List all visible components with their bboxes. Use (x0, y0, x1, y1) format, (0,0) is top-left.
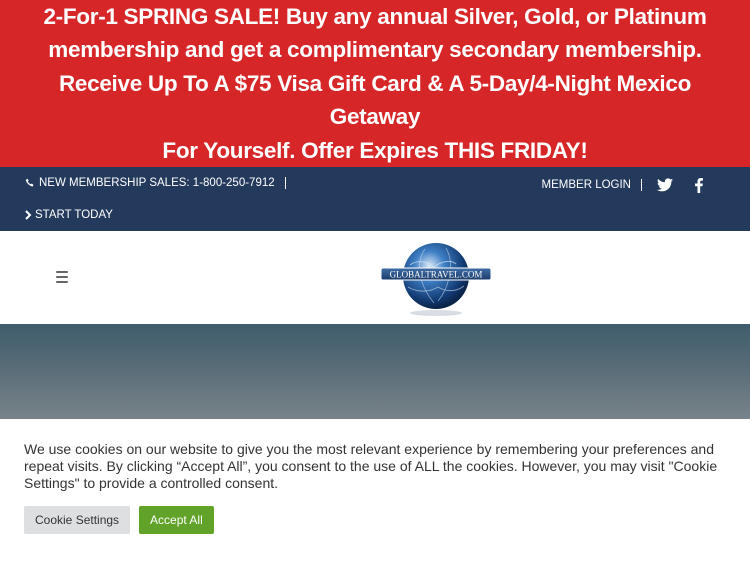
hamburger-icon[interactable] (56, 271, 68, 283)
hero-image (0, 324, 750, 424)
member-login-link[interactable]: MEMBER LOGIN (542, 179, 631, 191)
facebook-icon[interactable] (688, 175, 710, 195)
phone-line[interactable]: NEW MEMBERSHIP SALES: 1-800-250-7912 (24, 177, 296, 189)
accept-all-button[interactable]: Accept All (139, 506, 214, 534)
start-today-label: START TODAY (35, 209, 113, 221)
divider (284, 177, 286, 189)
top-bar: NEW MEMBERSHIP SALES: 1-800-250-7912 STA… (0, 167, 750, 231)
promo-text: 2-For-1 SPRING SALE! Buy any annual Silv… (43, 3, 707, 163)
phone-icon (24, 177, 36, 189)
cookie-message: We use cookies on our website to give yo… (24, 441, 718, 491)
cookie-settings-button[interactable]: Cookie Settings (24, 506, 131, 534)
top-right-links: MEMBER LOGIN (542, 175, 710, 195)
promo-banner[interactable]: 2-For-1 SPRING SALE! Buy any annual Silv… (0, 0, 750, 167)
twitter-icon[interactable] (654, 175, 676, 195)
chevron-right-icon (24, 209, 32, 221)
start-today-link[interactable]: START TODAY (24, 209, 113, 221)
phone-label: NEW MEMBERSHIP SALES: 1-800-250-7912 (39, 177, 275, 189)
cookie-consent-banner: We use cookies on our website to give yo… (0, 419, 750, 563)
site-header: GLOBALTRAVEL.COM (0, 231, 750, 324)
divider (641, 179, 642, 191)
cookie-buttons: Cookie Settings Accept All (24, 506, 214, 534)
site-logo[interactable]: GLOBALTRAVEL.COM (380, 239, 492, 317)
logo-text: GLOBALTRAVEL.COM (390, 270, 483, 280)
